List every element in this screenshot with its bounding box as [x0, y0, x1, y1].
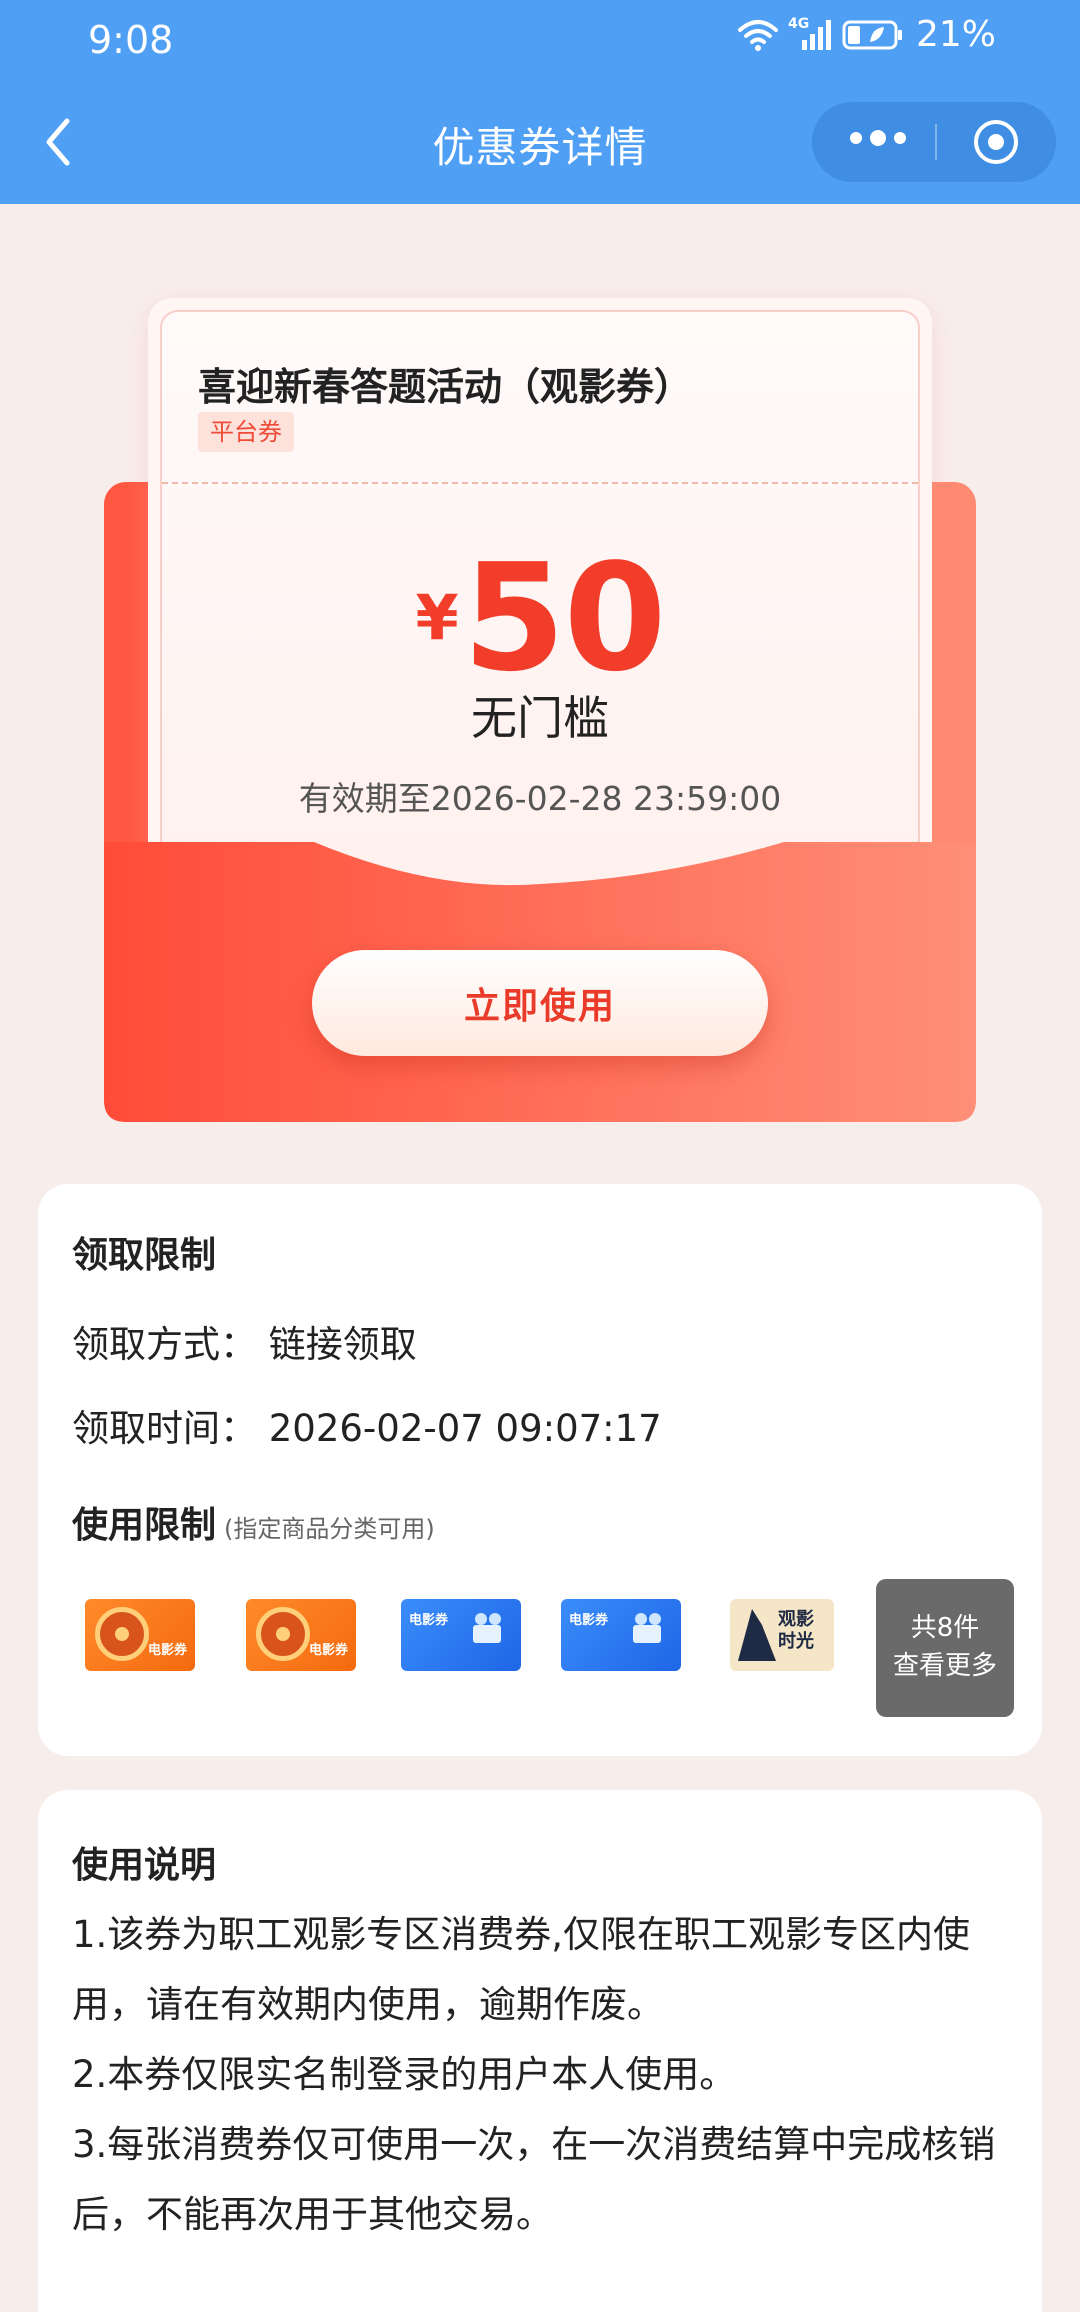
thumb-label: 电影券: [569, 1613, 609, 1628]
camera-icon: [473, 1613, 501, 1643]
more-count: 共8件: [910, 1613, 980, 1643]
coupon-amount: ¥50: [162, 532, 918, 704]
mini-program-capsule: [812, 102, 1056, 182]
claim-method: 领取方式： 链接领取: [72, 1323, 417, 1366]
validity-text: 有效期至2026-02-28 23:59:00: [298, 779, 782, 818]
use-now-button[interactable]: 立即使用: [312, 950, 768, 1056]
claim-time: 领取时间： 2026-02-07 09:07:17: [72, 1407, 662, 1450]
instructions-card: 使用说明 1.该券为职工观影专区消费券,仅限在职工观影专区内使用，请在有效期内使…: [38, 1790, 1042, 2312]
wifi-icon: [737, 19, 778, 51]
view-more-button[interactable]: 共8件 查看更多: [876, 1579, 1014, 1717]
coupon-title: 喜迎新春答题活动（观影券）: [198, 365, 693, 409]
film-reel-icon: [95, 1607, 149, 1661]
product-thumb-5[interactable]: 观影时光: [730, 1599, 834, 1671]
camera-icon: [633, 1613, 661, 1643]
platform-tag: 平台券: [198, 412, 294, 452]
battery-icon: [842, 20, 902, 49]
film-reel-icon: [256, 1607, 310, 1661]
app-bar: 9:08 4G 21% 优惠券详情: [0, 0, 1080, 204]
product-thumbnails: 电影券 电影券 电影券 电影券 观影时光 共8件 查看更多: [38, 1579, 1042, 1719]
more-dots-icon[interactable]: [850, 130, 906, 146]
instruction-item-3: 3.每张消费券仅可使用一次，在一次消费结算中完成核销后，不能再次用于其他交易。: [72, 2123, 996, 2236]
page: 9:08 4G 21% 优惠券详情 喜迎新春答题活动（观影券） 平台券 ¥50 …: [0, 0, 1080, 2312]
capsule-divider: [935, 124, 937, 160]
dashed-divider: [162, 482, 918, 484]
coupon-ticket: 喜迎新春答题活动（观影券） 平台券 ¥50 无门槛 有效期至2026-02-28…: [148, 298, 932, 918]
product-thumb-1[interactable]: 电影券: [85, 1599, 195, 1671]
thumb-label: 观影时光: [778, 1609, 814, 1652]
claim-limit-title: 领取限制: [72, 1235, 217, 1276]
battery-level: 21%: [915, 14, 996, 55]
amount-value: 50: [462, 532, 667, 704]
product-thumb-3[interactable]: 电影券: [401, 1599, 521, 1671]
use-limit-heading: 使用限制: [72, 1505, 217, 1546]
use-limit-title: 使用限制 (指定商品分类可用): [72, 1496, 435, 1548]
instruction-item-2: 2.本券仅限实名制登录的用户本人使用。: [72, 2053, 737, 2096]
product-thumb-4[interactable]: 电影券: [561, 1599, 681, 1671]
view-more-label: 查看更多: [892, 1651, 997, 1681]
status-time: 9:08: [88, 18, 174, 62]
coupon-ticket-inner: 喜迎新春答题活动（观影券） 平台券 ¥50 无门槛 有效期至2026-02-28…: [160, 310, 920, 918]
close-target-icon[interactable]: [974, 120, 1018, 164]
film-roll-icon: [738, 1609, 776, 1661]
thumb-label: 电影券: [308, 1643, 348, 1658]
instruction-item-1: 1.该券为职工观影专区消费券,仅限在职工观影专区内使用，请在有效期内使用，逾期作…: [72, 1913, 971, 2026]
use-limit-subtitle: (指定商品分类可用): [224, 1515, 435, 1543]
instructions-title: 使用说明: [72, 1845, 217, 1886]
product-thumb-2[interactable]: 电影券: [246, 1599, 356, 1671]
status-icons: 4G 21%: [737, 14, 996, 55]
limits-card: 领取限制 领取方式： 链接领取 领取时间： 2026-02-07 09:07:1…: [38, 1184, 1042, 1756]
thumb-label: 电影券: [409, 1613, 449, 1628]
signal-icon: 4G: [788, 16, 832, 52]
thumb-label: 电影券: [147, 1643, 187, 1658]
currency-symbol: ¥: [415, 581, 459, 654]
threshold-text: 无门槛: [471, 691, 609, 745]
